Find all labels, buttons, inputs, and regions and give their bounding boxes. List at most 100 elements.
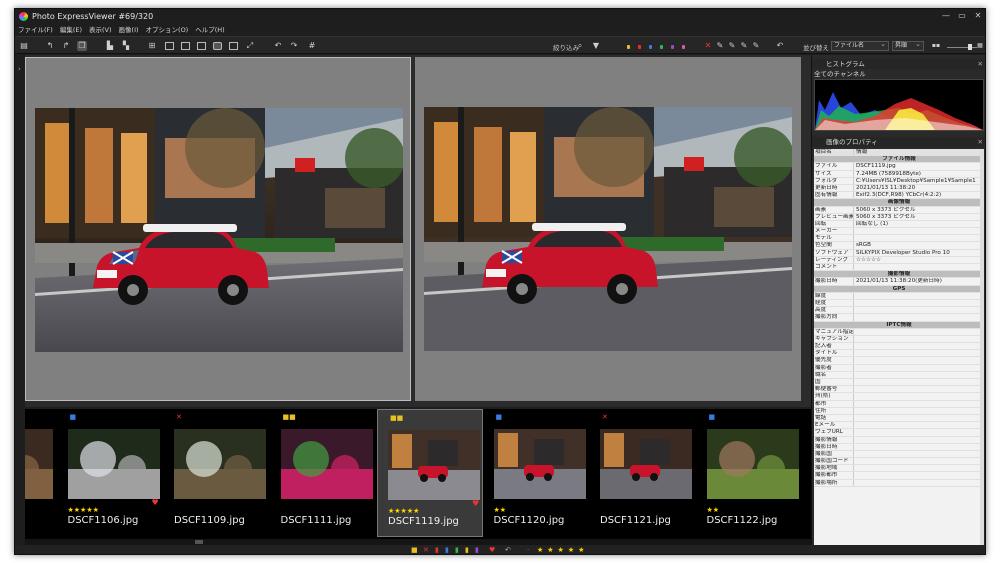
label-blue-icon[interactable]: ▮ (445, 546, 449, 554)
sidebar-view-icon[interactable] (181, 42, 190, 50)
fullscreen-icon[interactable]: ⤢ (245, 41, 255, 51)
property-row[interactable]: 回転 回転なし (1) (814, 220, 984, 229)
small-thumb-icon[interactable]: ▪▪ (931, 41, 941, 51)
property-row[interactable]: 職名 (814, 371, 984, 379)
reject-status-icon[interactable]: ✕ (423, 546, 429, 554)
label-yellow-icon[interactable]: ▮ (465, 546, 469, 554)
menu-options[interactable]: オプション(O) (146, 24, 189, 34)
maximize-button[interactable]: ▭ (955, 10, 969, 22)
filmstrip-thumb[interactable]: ✕ DSCF1121.jpg (590, 409, 696, 537)
filmstrip-thumb[interactable]: ■ ★★ DSCF1120.jpg (484, 409, 590, 537)
sort-field-select[interactable]: ファイル名 (831, 40, 889, 51)
filmstrip-thumb[interactable]: DSC (803, 409, 811, 537)
filter-icon[interactable]: ▼ (591, 41, 601, 51)
menu-file[interactable]: ファイル(F) (18, 24, 53, 34)
filmstrip-view-icon[interactable] (165, 42, 174, 50)
property-row[interactable]: 優先度 (814, 357, 984, 365)
filmstrip-thumb[interactable] (25, 409, 57, 537)
property-row[interactable]: ソフトウェア SILKYPIX Developer Studio Pro 10 (814, 249, 984, 257)
sort-order-select[interactable]: 昇順 (892, 40, 924, 51)
search-icon[interactable]: ⌕ (575, 41, 585, 51)
property-row[interactable]: フォルダ C:¥Users¥ISL¥Desktop¥Sample1¥Sample1 (814, 177, 984, 185)
property-row[interactable]: ウェブURL (814, 429, 984, 437)
expand-left-icon[interactable]: › (18, 65, 21, 73)
filmstrip-thumb[interactable]: ■■ DSCF1111.jpg (271, 409, 377, 537)
property-row[interactable]: マニュアル指定 (814, 328, 984, 336)
label-red-icon[interactable]: ▮ (435, 546, 439, 554)
filmstrip-thumb[interactable]: ■ ★★ DSCF1122.jpg (697, 409, 803, 537)
viewer-pane-right[interactable] (415, 57, 801, 401)
label-green-icon[interactable]: ▮ (455, 546, 459, 554)
property-row[interactable]: 撮影都市 (814, 472, 984, 480)
properties-close-icon[interactable]: ✕ (978, 137, 983, 147)
rotate-left-icon[interactable]: ↰ (45, 41, 55, 51)
menu-edit[interactable]: 編集(E) (60, 24, 82, 34)
thumbnail-size-slider[interactable] (947, 47, 977, 48)
copy-icon[interactable]: ❐ (77, 41, 87, 51)
property-row[interactable]: モデル (814, 235, 984, 243)
tag-filter-icon-2[interactable]: ✎ (727, 41, 737, 51)
tag-filter-icon-3[interactable]: ✎ (739, 41, 749, 51)
filmstrip-thumb[interactable]: ■■ ★★★★★ ♥ DSCF1119.jpg (377, 409, 483, 537)
undo-status-icon[interactable]: ↶ (505, 546, 511, 554)
split-view-icon[interactable] (229, 42, 238, 50)
clear-filter-icon[interactable]: ↶ (775, 41, 785, 51)
heart-status-icon[interactable]: ♥ (489, 546, 495, 554)
property-row[interactable]: プレビュー画素 5060 x 3373 ピクセル (814, 213, 984, 221)
property-row[interactable]: メーカー (814, 228, 984, 236)
undo-rotate-icon[interactable]: ↶ (273, 41, 283, 51)
property-row[interactable]: キャプション (814, 335, 984, 344)
histogram-header[interactable]: ヒストグラム ✕ (812, 59, 985, 69)
property-row[interactable]: 撮影場所 (814, 479, 984, 487)
property-row[interactable]: 住所 (814, 407, 984, 415)
slider-knob[interactable] (968, 44, 972, 50)
property-row[interactable]: 色空間 sRGB (814, 242, 984, 250)
property-row[interactable]: 画素 5060 x 3373 ピクセル (814, 206, 984, 214)
property-row[interactable]: 緯度 (814, 292, 984, 300)
histogram-close-icon[interactable]: ✕ (978, 59, 983, 69)
property-row[interactable]: 撮影者 (814, 364, 984, 372)
property-row[interactable]: 撮影国 (814, 450, 984, 459)
filmstrip-thumb[interactable]: ■ ★★★★★ ♥ DSCF1106.jpg (58, 409, 164, 537)
grid-overlay-icon[interactable]: # (307, 41, 317, 51)
property-row[interactable]: サイズ 7.24MB (7589918Byte) (814, 170, 984, 178)
menu-help[interactable]: ヘルプ(H) (195, 24, 224, 34)
large-thumb-icon[interactable]: ▦ (975, 41, 985, 51)
duplicate-icon[interactable]: ▚ (121, 41, 131, 51)
property-row[interactable]: 撮影国コード (814, 458, 984, 466)
label-purple-icon[interactable]: ▮ (475, 546, 479, 554)
property-row[interactable]: 撮影方向 (814, 314, 984, 322)
close-button[interactable]: ✕ (971, 10, 985, 22)
move-icon[interactable]: ▙ (105, 41, 115, 51)
property-row[interactable]: 国 (814, 379, 984, 387)
property-row[interactable]: 経度 (814, 299, 984, 308)
export-icon[interactable]: ▤ (19, 41, 29, 51)
label-filter-color-5[interactable] (682, 45, 685, 49)
rating-stars[interactable]: ★★★★★ (537, 546, 588, 554)
reject-filter-icon[interactable]: ✕ (703, 41, 713, 51)
property-row[interactable]: コメント (814, 264, 984, 272)
property-row[interactable]: 固有情報 Exif2.3(DCF,R98) YCbCr(4:2:2) (814, 192, 984, 200)
property-row[interactable]: ファイル DSCF1119.jpg (814, 163, 984, 171)
property-row[interactable]: 撮影情報 (814, 436, 984, 444)
label-filter-color-3[interactable] (660, 45, 663, 49)
minimize-button[interactable]: — (939, 10, 953, 22)
property-row[interactable]: 州(県) (814, 393, 984, 401)
compare-view-icon[interactable] (213, 42, 222, 50)
properties-header[interactable]: 画像のプロパティ ✕ (812, 137, 985, 147)
tag-filter-icon-1[interactable]: ✎ (715, 41, 725, 51)
property-row[interactable]: 高度 (814, 307, 984, 315)
property-row[interactable]: 電話 (814, 414, 984, 423)
scrollbar-thumb[interactable] (195, 540, 203, 544)
property-row[interactable]: 撮影地域 (814, 465, 984, 473)
grid-view-icon[interactable]: ⊞ (147, 41, 157, 51)
property-row[interactable]: 更新日時 2021/01/13 11:38:20 (814, 184, 984, 193)
properties-scrollbar[interactable] (980, 149, 984, 545)
redo-rotate-icon[interactable]: ↷ (289, 41, 299, 51)
filmstrip-thumb[interactable]: ✕ DSCF1109.jpg (164, 409, 270, 537)
property-row[interactable]: タイトル (814, 350, 984, 358)
tag-filter-icon-4[interactable]: ✎ (751, 41, 761, 51)
property-row[interactable]: 郵便番号 (814, 386, 984, 394)
viewer-pane-left[interactable] (25, 57, 411, 401)
label-filter-color-4[interactable] (671, 45, 674, 49)
